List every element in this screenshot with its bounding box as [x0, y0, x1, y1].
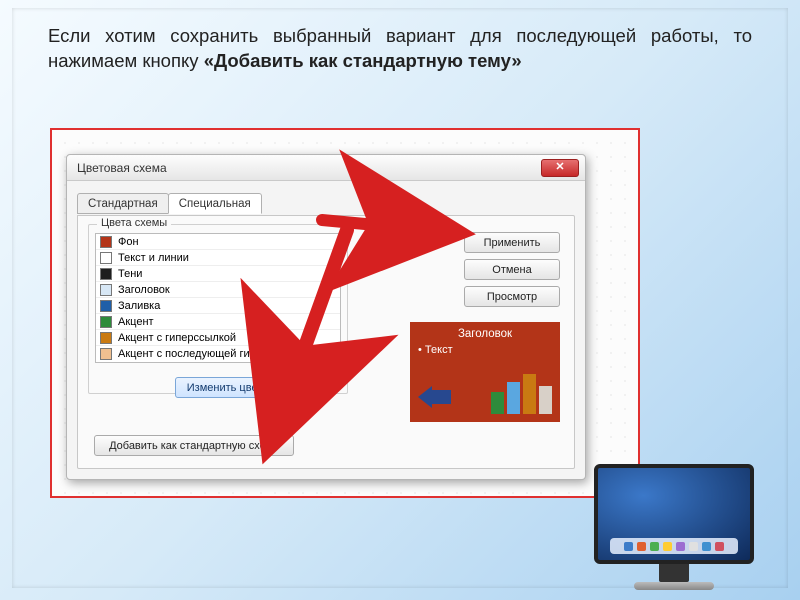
screenshot-region: Цветовая схема ✕ Стандартная Специальная…	[50, 128, 640, 498]
color-label: Акцент	[118, 316, 154, 328]
tab-special[interactable]: Специальная	[168, 193, 262, 214]
dialog-title: Цветовая схема	[77, 161, 167, 175]
monitor-decoration	[594, 464, 754, 590]
scheme-colors-group: Цвета схемы ФонТекст и линииТениЗаголово…	[88, 224, 348, 394]
preview-label: Просмотр	[487, 291, 537, 303]
preview-button[interactable]: Просмотр	[464, 286, 560, 307]
color-row[interactable]: Заголовок	[96, 282, 340, 298]
color-row[interactable]: Текст и линии	[96, 250, 340, 266]
apply-button[interactable]: Применить	[464, 232, 560, 253]
color-row[interactable]: Акцент с последующей гиперссылкой	[96, 346, 340, 362]
dialog-titlebar: Цветовая схема ✕	[67, 155, 585, 181]
change-color-label: Изменить цвет…	[187, 382, 274, 394]
instruction-bold: «Добавить как стандартную тему»	[204, 50, 522, 71]
color-row[interactable]: Заливка	[96, 298, 340, 314]
color-label: Заливка	[118, 300, 160, 312]
color-row[interactable]: Тени	[96, 266, 340, 282]
tab-standard[interactable]: Стандартная	[77, 193, 169, 214]
color-swatch	[100, 300, 112, 312]
preview-title: Заголовок	[418, 328, 552, 340]
color-swatch	[100, 252, 112, 264]
tab-special-label: Специальная	[179, 198, 251, 210]
monitor-dock	[610, 538, 738, 554]
color-row[interactable]: Фон	[96, 234, 340, 250]
color-row[interactable]: Акцент	[96, 314, 340, 330]
add-scheme-label: Добавить как стандартную схему	[109, 440, 279, 452]
group-label: Цвета схемы	[97, 217, 171, 229]
color-swatch	[100, 316, 112, 328]
color-scheme-dialog: Цветовая схема ✕ Стандартная Специальная…	[66, 154, 586, 480]
preview-thumbnail: Заголовок Текст	[410, 322, 560, 422]
cancel-label: Отмена	[492, 264, 531, 276]
change-color-button[interactable]: Изменить цвет…	[175, 377, 285, 398]
color-swatch	[100, 236, 112, 248]
slide-frame: Если хотим сохранить выбранный вариант д…	[12, 8, 788, 588]
preview-arrow-body	[431, 390, 451, 404]
color-swatch	[100, 284, 112, 296]
preview-bar	[523, 374, 536, 414]
color-label: Заголовок	[118, 284, 170, 296]
apply-label: Применить	[484, 237, 541, 249]
close-button[interactable]: ✕	[541, 159, 579, 177]
preview-bars	[491, 370, 552, 414]
color-label: Текст и линии	[118, 252, 189, 264]
right-buttons: Применить Отмена Просмотр	[464, 232, 560, 307]
preview-bar	[491, 392, 504, 414]
monitor-screen	[594, 464, 754, 564]
preview-graphics	[418, 370, 552, 414]
preview-text: Текст	[418, 344, 552, 356]
color-swatch	[100, 268, 112, 280]
preview-arrow-icon	[418, 386, 432, 408]
dialog-panel: Цвета схемы Фон Текст и линии Тени Заголово…	[77, 215, 575, 469]
cancel-button[interactable]: Отмена	[464, 259, 560, 280]
monitor-stand	[659, 564, 689, 582]
color-row[interactable]: Акцент с гиперссылкой	[96, 330, 340, 346]
add-standard-scheme-button[interactable]: Добавить как стандартную схему	[94, 435, 294, 456]
color-label: Фон	[118, 236, 139, 248]
monitor-base	[634, 582, 714, 590]
color-label: Тени	[118, 268, 142, 280]
tab-strip: Стандартная Специальная	[77, 193, 261, 214]
preview-bar	[507, 382, 520, 414]
tab-standard-label: Стандартная	[88, 198, 158, 210]
color-label: Акцент с последующей гиперссылкой	[118, 348, 310, 360]
slide-instruction-text: Если хотим сохранить выбранный вариант д…	[12, 8, 788, 84]
preview-bar	[539, 386, 552, 414]
color-list[interactable]: Фон Текст и линии Тени Заголовок Заливка Акце…	[95, 233, 341, 363]
close-icon: ✕	[555, 162, 564, 173]
color-label: Акцент с гиперссылкой	[118, 332, 236, 344]
color-swatch	[100, 332, 112, 344]
color-swatch	[100, 348, 112, 360]
